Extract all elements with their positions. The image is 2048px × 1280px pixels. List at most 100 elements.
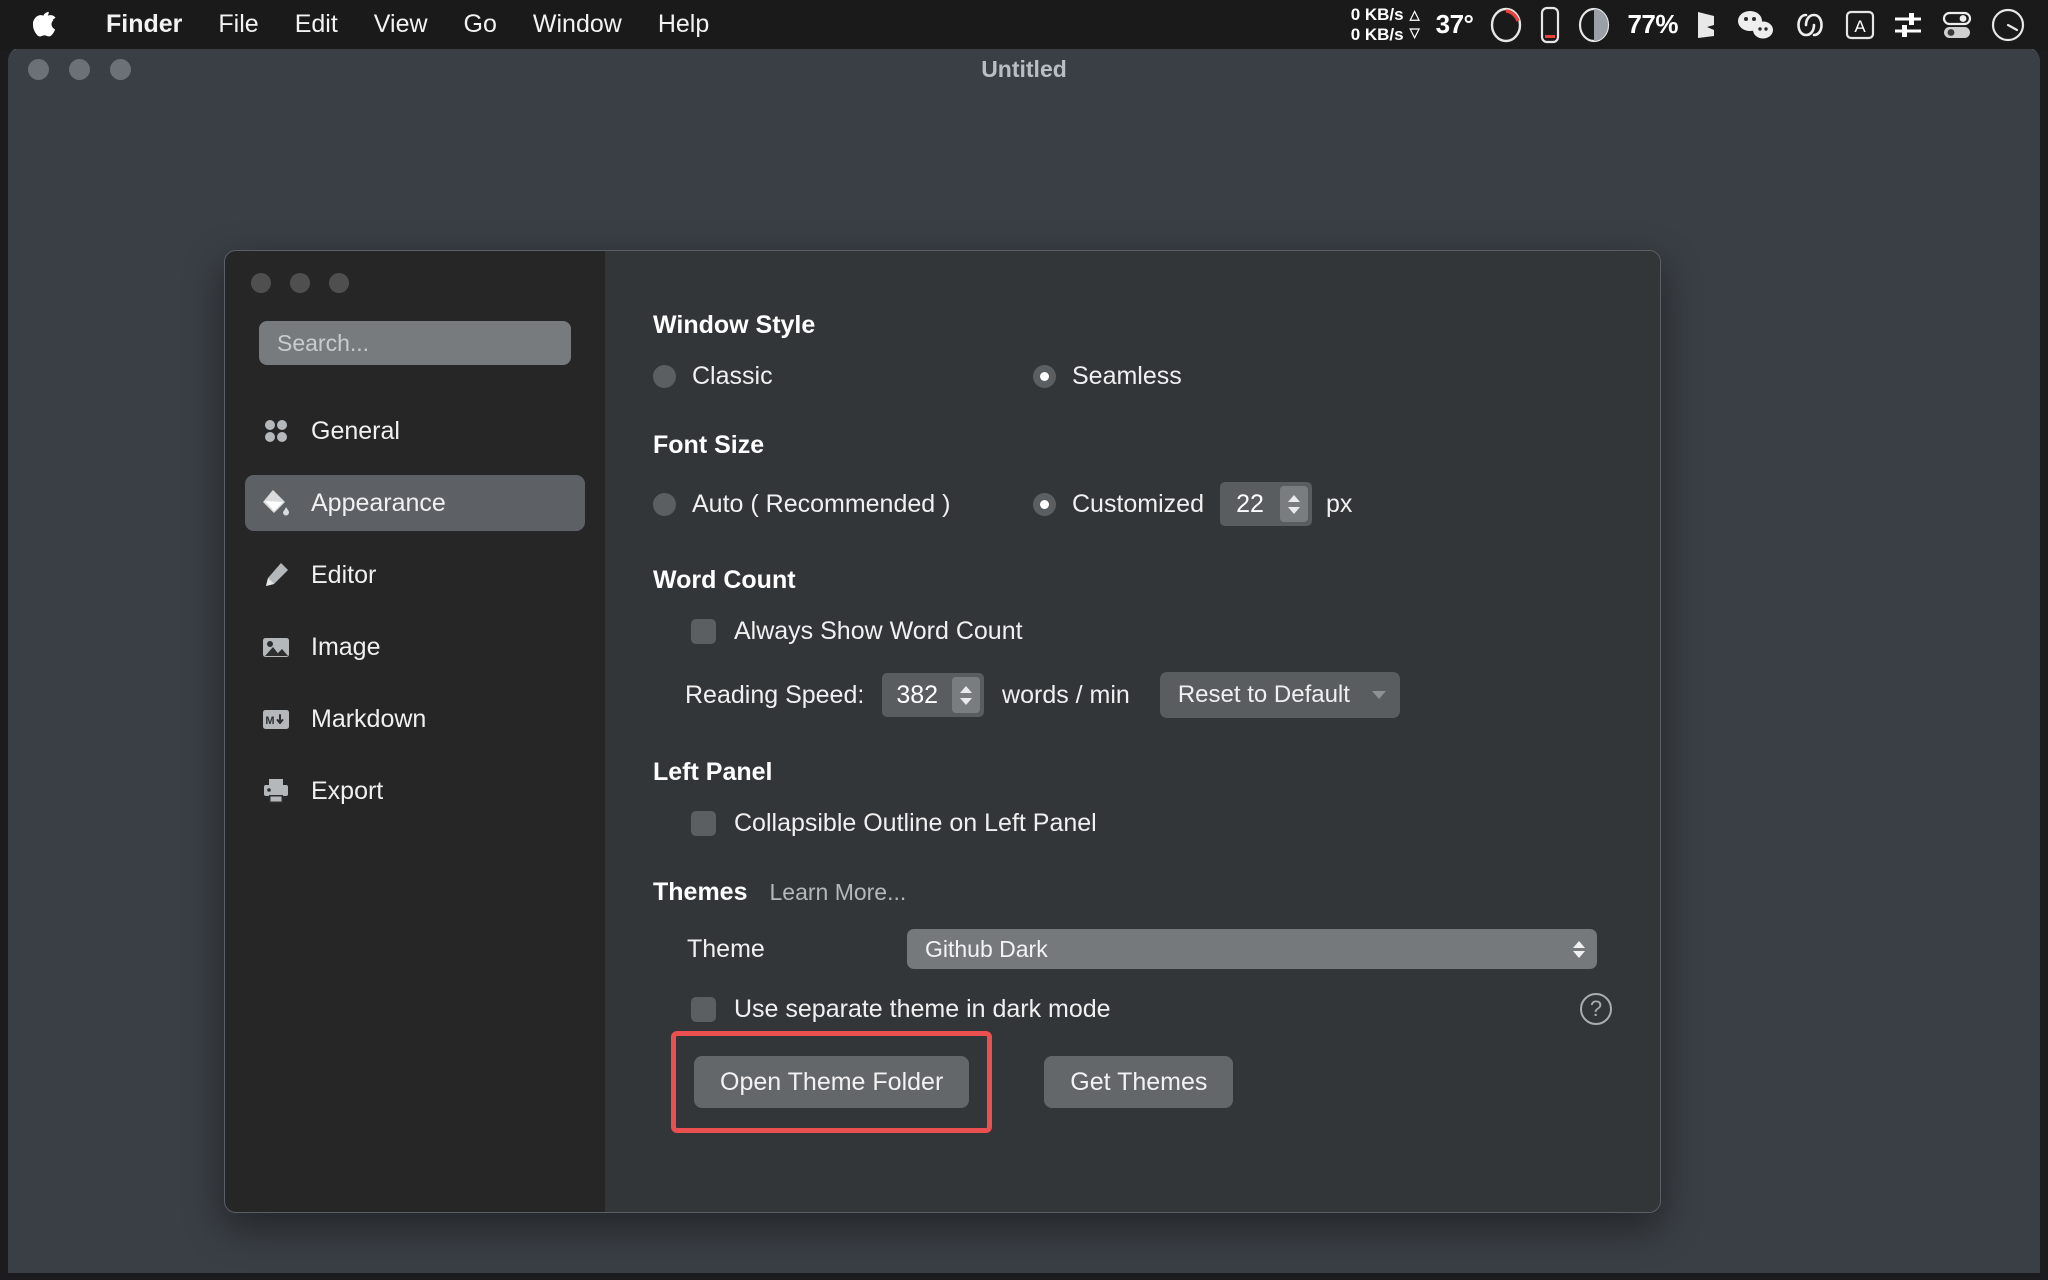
link-icon[interactable] xyxy=(1792,9,1828,41)
menu-item-file[interactable]: File xyxy=(200,0,276,49)
close-button[interactable] xyxy=(28,59,49,80)
reset-to-default-button[interactable]: Reset to Default xyxy=(1159,672,1400,718)
wechat-icon[interactable] xyxy=(1736,9,1776,41)
font-size-section: Font Size Auto ( Recommended ) Customize… xyxy=(653,431,1620,526)
radio-seamless-label: Seamless xyxy=(1072,362,1182,390)
radio-customized-indicator xyxy=(1033,492,1056,516)
preferences-content-panel: Window Style Classic Seamless Font Size xyxy=(605,251,1660,1212)
sidebar-item-general[interactable]: General xyxy=(245,403,585,459)
reading-speed-label: Reading Speed: xyxy=(685,680,865,709)
svg-text:A: A xyxy=(1854,17,1866,36)
left-panel-heading: Left Panel xyxy=(653,758,773,786)
open-theme-folder-highlight: Open Theme Folder xyxy=(671,1031,993,1133)
reading-speed-stepper[interactable]: 382 xyxy=(882,673,985,717)
font-size-stepper-arrows[interactable] xyxy=(1280,486,1308,522)
font-size-unit: px xyxy=(1326,489,1353,518)
window-style-radio-group: Classic Seamless xyxy=(653,362,1620,391)
prefs-zoom-button[interactable] xyxy=(329,273,349,293)
clock-icon[interactable] xyxy=(1990,7,2026,43)
menu-bar-status-area: 0 KB/s 0 KB/s △ ▽ 37° 77% A xyxy=(1351,5,2048,44)
stats-icon[interactable] xyxy=(1694,8,1720,42)
font-size-stepper[interactable]: 22 xyxy=(1220,482,1312,526)
radio-seamless[interactable]: Seamless xyxy=(1033,362,1182,391)
themes-heading: Themes xyxy=(653,878,748,906)
search-input[interactable]: Search... xyxy=(259,321,571,365)
sidebar-item-editor[interactable]: Editor xyxy=(245,547,585,603)
prefs-close-button[interactable] xyxy=(251,273,271,293)
radio-customized-label: Customized xyxy=(1072,489,1204,518)
menu-item-help[interactable]: Help xyxy=(640,0,727,49)
open-theme-folder-button[interactable]: Open Theme Folder xyxy=(694,1056,970,1108)
radio-customized-font-size[interactable]: Customized xyxy=(1033,490,1204,519)
stepper-down-icon[interactable] xyxy=(1288,506,1300,514)
printer-icon xyxy=(261,776,291,806)
get-themes-button[interactable]: Get Themes xyxy=(1044,1056,1234,1108)
theme-dropdown[interactable]: Github Dark xyxy=(907,929,1597,969)
theme-select-row: Theme Github Dark xyxy=(687,929,1620,969)
chevron-up-down-icon xyxy=(1573,940,1585,958)
prefs-minimize-button[interactable] xyxy=(290,273,310,293)
sidebar-label-export: Export xyxy=(311,776,384,805)
word-count-heading: Word Count xyxy=(653,566,796,594)
font-size-value[interactable]: 22 xyxy=(1220,482,1280,526)
sidebar-item-export[interactable]: Export xyxy=(245,763,585,819)
reading-speed-stepper-arrows[interactable] xyxy=(952,677,981,713)
always-show-word-count-label: Always Show Word Count xyxy=(734,617,1023,645)
radio-classic-label: Classic xyxy=(692,362,773,390)
sidebar-label-editor: Editor xyxy=(311,560,377,589)
pencil-icon xyxy=(261,560,291,590)
menu-item-window[interactable]: Window xyxy=(515,0,640,49)
search-placeholder: Search... xyxy=(277,329,370,356)
gauge-icon[interactable] xyxy=(1489,6,1523,44)
menu-item-edit[interactable]: Edit xyxy=(277,0,356,49)
network-speed-indicator[interactable]: 0 KB/s 0 KB/s △ ▽ xyxy=(1351,5,1420,43)
download-arrow-icon: ▽ xyxy=(1409,25,1420,40)
theme-selected-value: Github Dark xyxy=(925,935,1048,962)
reading-speed-value[interactable]: 382 xyxy=(882,673,952,717)
svg-text:M: M xyxy=(265,715,274,727)
zoom-button[interactable] xyxy=(110,59,131,80)
menu-item-finder[interactable]: Finder xyxy=(88,0,200,49)
temperature-indicator[interactable]: 37° xyxy=(1436,9,1474,40)
sliders-icon[interactable] xyxy=(1892,8,1924,42)
window-style-section: Window Style Classic Seamless xyxy=(653,311,1620,391)
minimize-button[interactable] xyxy=(69,59,90,80)
collapsible-outline-label: Collapsible Outline on Left Panel xyxy=(734,809,1097,837)
open-theme-folder-label: Open Theme Folder xyxy=(720,1067,944,1096)
themes-heading-row: Themes Learn More... xyxy=(653,878,1620,907)
radio-seamless-indicator xyxy=(1033,365,1056,388)
question-mark-icon[interactable]: ? xyxy=(1580,993,1612,1025)
checkbox-collapsible-outline[interactable]: Collapsible Outline on Left Panel xyxy=(691,809,1620,838)
battery-percentage[interactable]: 77% xyxy=(1627,9,1678,40)
menu-item-view[interactable]: View xyxy=(356,0,446,49)
sidebar-item-markdown[interactable]: M Markdown xyxy=(245,691,585,747)
sidebar-item-image[interactable]: Image xyxy=(245,619,585,675)
main-window-titlebar[interactable]: Untitled xyxy=(8,48,2040,91)
grid-dots-icon xyxy=(261,416,291,446)
radio-auto-font-size[interactable]: Auto ( Recommended ) xyxy=(653,490,1033,519)
radio-classic[interactable]: Classic xyxy=(653,362,1033,391)
sidebar-label-appearance: Appearance xyxy=(311,488,446,517)
radio-auto-label: Auto ( Recommended ) xyxy=(692,489,951,518)
checkbox-always-show-word-count[interactable]: Always Show Word Count xyxy=(691,617,1620,646)
sidebar-item-appearance[interactable]: Appearance xyxy=(245,475,585,531)
menu-bar-left: Finder File Edit View Go Window Help xyxy=(0,0,727,49)
reading-speed-up-icon[interactable] xyxy=(960,685,973,693)
disk-usage-icon[interactable] xyxy=(1577,6,1611,44)
always-show-word-count-box xyxy=(691,619,716,644)
font-size-radio-group: Auto ( Recommended ) Customized 22 px xyxy=(653,482,1620,526)
menu-item-go[interactable]: Go xyxy=(446,0,515,49)
battery-icon[interactable] xyxy=(1539,6,1561,44)
apple-logo-icon[interactable] xyxy=(32,10,58,40)
theme-buttons-row: Open Theme Folder Get Themes xyxy=(671,1031,1620,1133)
chevron-down-icon xyxy=(1371,691,1386,699)
toggles-icon[interactable] xyxy=(1940,8,1974,42)
checkbox-separate-dark-theme[interactable]: Use separate theme in dark mode xyxy=(691,995,1111,1024)
preferences-sidebar: Search... General Appearance Editor Imag… xyxy=(225,251,605,1212)
theme-label: Theme xyxy=(687,934,765,963)
stepper-up-icon[interactable] xyxy=(1288,494,1300,502)
word-count-section: Word Count Always Show Word Count Readin… xyxy=(653,566,1620,718)
reading-speed-down-icon[interactable] xyxy=(960,697,973,705)
input-source-icon[interactable]: A xyxy=(1844,8,1876,42)
learn-more-link[interactable]: Learn More... xyxy=(769,879,906,906)
